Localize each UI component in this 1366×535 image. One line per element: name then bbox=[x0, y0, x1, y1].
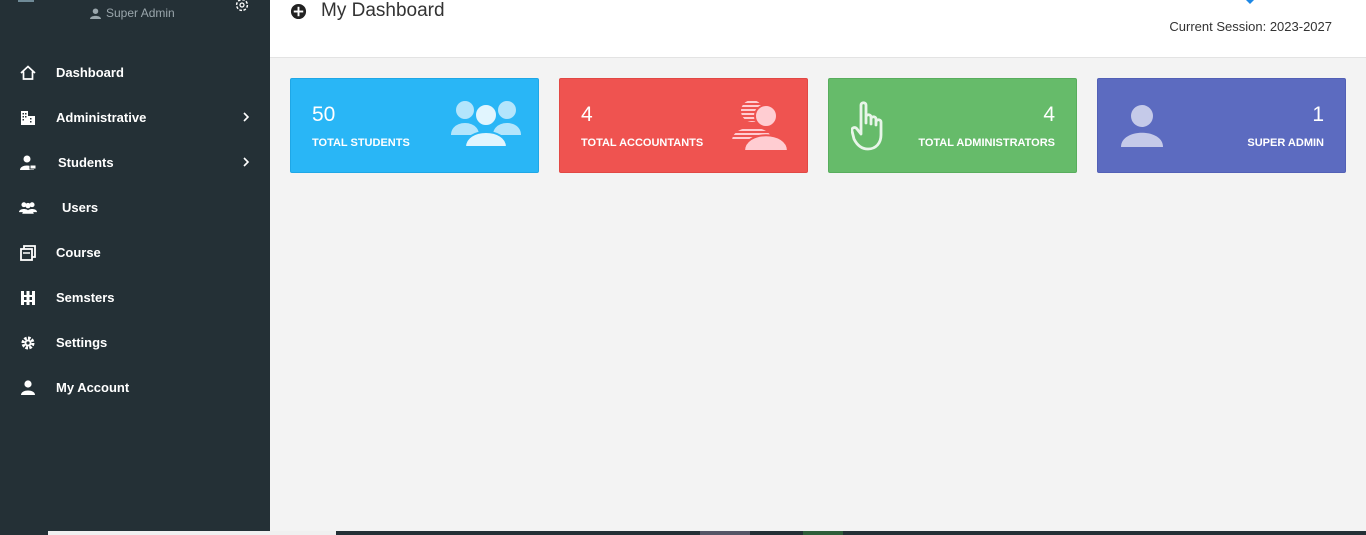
sidebar-item-label: Course bbox=[56, 245, 101, 260]
card-super-admin[interactable]: 1 SUPER ADMIN bbox=[1097, 78, 1346, 173]
course-icon bbox=[19, 244, 37, 262]
sidebar-item-label: Settings bbox=[56, 335, 108, 350]
card-label: TOTAL STUDENTS bbox=[312, 137, 410, 149]
card-count: 4 bbox=[1043, 103, 1055, 126]
page-header: My Dashboard Current Session: 2023-2027 bbox=[270, 0, 1366, 58]
card-label: SUPER ADMIN bbox=[1247, 137, 1324, 149]
user-icon bbox=[1121, 105, 1163, 147]
user-role: Super Admin bbox=[106, 6, 175, 20]
card-total-administrators[interactable]: 4 TOTAL ADMINISTRATORS bbox=[828, 78, 1077, 173]
user-icon bbox=[19, 379, 37, 397]
sidebar-menu: Dashboard Administrative Students Users bbox=[0, 50, 270, 410]
card-count: 1 bbox=[1312, 103, 1324, 126]
card-label: TOTAL ADMINISTRATORS bbox=[918, 137, 1055, 149]
taskbar-segment bbox=[48, 531, 336, 535]
semesters-icon bbox=[19, 289, 37, 307]
caret-down-icon[interactable] bbox=[1244, 0, 1256, 6]
sidebar-item-label: Students bbox=[58, 155, 114, 170]
sidebar-item-label: Users bbox=[62, 200, 99, 215]
sidebar-item-course[interactable]: Course bbox=[0, 230, 270, 275]
sidebar-item-my-account[interactable]: My Account bbox=[0, 365, 270, 410]
user-small-icon bbox=[90, 7, 101, 19]
card-count: 50 bbox=[312, 103, 336, 126]
taskbar-segment bbox=[803, 531, 843, 535]
user-role-row: Super Admin bbox=[90, 6, 175, 20]
logo-icon bbox=[18, 0, 34, 2]
sidebar-item-settings[interactable]: Settings bbox=[0, 320, 270, 365]
sidebar-item-students[interactable]: Students bbox=[0, 140, 270, 185]
card-label: TOTAL ACCOUNTANTS bbox=[581, 137, 704, 149]
accountants-icon bbox=[732, 100, 790, 152]
sidebar: Super Admin Dashboard Administrative Stu… bbox=[0, 0, 270, 535]
card-total-accountants[interactable]: 4 TOTAL ACCOUNTANTS bbox=[559, 78, 808, 173]
page-title: My Dashboard bbox=[321, 0, 445, 21]
gear-icon bbox=[19, 334, 37, 352]
plus-circle-icon[interactable] bbox=[290, 3, 307, 20]
sidebar-item-semesters[interactable]: Semsters bbox=[0, 275, 270, 320]
card-total-students[interactable]: 50 TOTAL STUDENTS bbox=[290, 78, 539, 173]
hand-pointer-icon bbox=[851, 101, 883, 151]
home-icon bbox=[19, 64, 37, 82]
sidebar-item-administrative[interactable]: Administrative bbox=[0, 95, 270, 140]
sidebar-profile: Super Admin bbox=[0, 0, 270, 30]
chevron-right-icon bbox=[243, 157, 250, 167]
sidebar-item-label: Dashboard bbox=[56, 65, 124, 80]
sidebar-item-label: My Account bbox=[56, 380, 130, 395]
card-count: 4 bbox=[581, 103, 593, 126]
sidebar-item-label: Administrative bbox=[56, 110, 147, 125]
student-icon bbox=[19, 154, 37, 172]
sidebar-item-users[interactable]: Users bbox=[0, 185, 270, 230]
sidebar-item-dashboard[interactable]: Dashboard bbox=[0, 50, 270, 95]
users-icon bbox=[451, 101, 521, 148]
current-session: Current Session: 2023-2027 bbox=[1169, 19, 1332, 34]
building-icon bbox=[19, 109, 37, 127]
taskbar-strip bbox=[0, 531, 1366, 535]
users-icon bbox=[19, 199, 37, 217]
sidebar-item-label: Semsters bbox=[56, 290, 115, 305]
chevron-right-icon bbox=[243, 112, 250, 122]
taskbar-segment bbox=[700, 531, 750, 535]
profile-settings-icon[interactable] bbox=[233, 0, 251, 14]
